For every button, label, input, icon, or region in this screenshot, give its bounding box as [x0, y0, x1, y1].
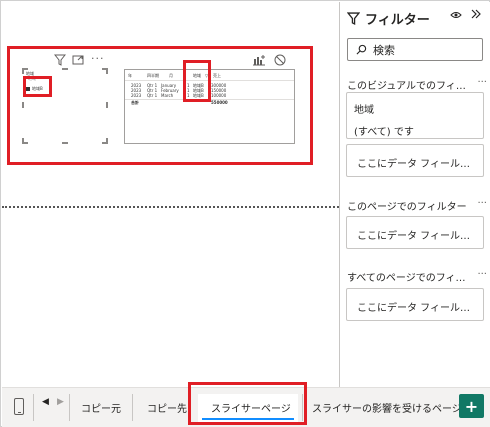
- tab-copy-source[interactable]: コピー元: [81, 400, 121, 415]
- search-input[interactable]: 検索: [347, 38, 483, 61]
- app-window: ··· 地域 地域 地域B 年 四半期 月 地域 ▽ 売上 2023 Qtr 1…: [0, 0, 490, 427]
- add-data-field-label: ここにデータ フィールド...: [357, 159, 479, 170]
- highlight-box: [188, 382, 307, 425]
- filter-field-value: (すべて) です: [354, 127, 414, 138]
- all-pages-filters-title: すべてのページでのフィルター...: [347, 273, 471, 284]
- filter-field-name: 地域: [354, 105, 374, 116]
- divider: [69, 394, 70, 421]
- visual-filters-title: このビジュアルでのフィルター...: [347, 81, 471, 92]
- page-filters-header: このページでのフィルター ···: [347, 198, 487, 213]
- add-page-button[interactable]: +: [459, 394, 484, 418]
- mobile-layout-icon[interactable]: [14, 398, 24, 415]
- add-data-field-label: ここにデータ フィールド...: [357, 303, 479, 314]
- next-page-icon[interactable]: ▶: [57, 397, 64, 407]
- divider: [132, 394, 133, 421]
- more-options-icon[interactable]: ···: [477, 77, 487, 92]
- all-pages-filters-header: すべてのページでのフィルター... ···: [347, 269, 487, 284]
- eye-icon[interactable]: [450, 10, 462, 23]
- tab-copy-destination[interactable]: コピー先: [147, 400, 187, 415]
- filter-card-region[interactable]: 地域 (すべて) です: [346, 92, 484, 139]
- previous-page-icon[interactable]: ◀: [42, 397, 49, 407]
- pane-title: フィルター: [347, 9, 430, 28]
- search-placeholder: 検索: [373, 43, 395, 57]
- tab-affected-page[interactable]: スライサーの影響を受けるページ: [312, 400, 462, 415]
- visual-filters-header: このビジュアルでのフィルター... ···: [347, 77, 487, 92]
- pane-title-label: フィルター: [365, 13, 430, 28]
- more-options-icon[interactable]: ···: [477, 269, 487, 284]
- highlight-box: [7, 46, 313, 165]
- more-options-icon[interactable]: ···: [477, 198, 487, 213]
- add-data-field-well[interactable]: ここにデータ フィールド...: [346, 288, 484, 321]
- page-boundary: [2, 206, 339, 208]
- collapse-pane-icon[interactable]: [470, 8, 482, 24]
- filter-pane: フィルター 検索 このビジュアルでのフィルター... ··· 地域 (すべて) …: [339, 2, 490, 387]
- highlight-box: [183, 60, 211, 102]
- page-filters-title: このページでのフィルター: [347, 202, 467, 213]
- add-data-field-label: ここにデータ フィールド...: [357, 231, 479, 242]
- add-data-field-well[interactable]: ここにデータ フィールド...: [346, 144, 484, 177]
- highlight-box: [23, 76, 52, 97]
- search-icon: [356, 44, 367, 55]
- filter-icon: [347, 12, 360, 25]
- divider: [33, 394, 34, 421]
- add-data-field-well[interactable]: ここにデータ フィールド...: [346, 216, 484, 249]
